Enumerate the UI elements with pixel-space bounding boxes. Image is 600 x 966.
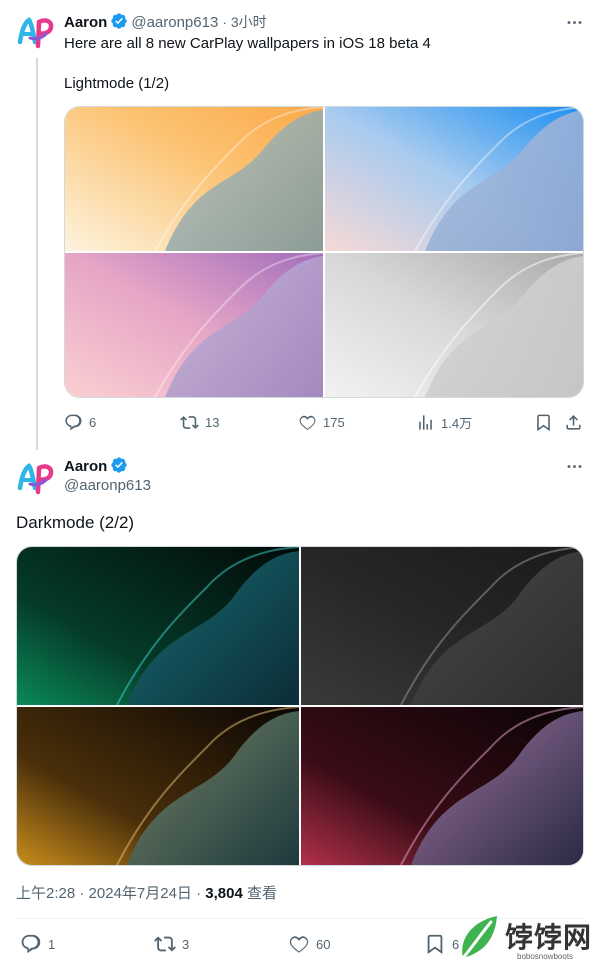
leaf-logo-icon	[461, 916, 497, 960]
wallpaper-light-purple[interactable]	[65, 253, 323, 397]
tweet-1-actions: 6 13 175 1.4万	[64, 410, 584, 434]
reply-button[interactable]: 6	[64, 413, 96, 432]
tweet-header: Aaron @aaronp613 · 3小时	[64, 12, 267, 32]
tweet-2-text: Darkmode (2/2)	[16, 513, 135, 532]
bookmark-icon	[537, 414, 550, 431]
author-name[interactable]: Aaron	[64, 458, 107, 475]
thread-line	[36, 58, 38, 450]
author-name[interactable]: Aaron	[64, 14, 107, 31]
tweet-subtext: Lightmode (1/2)	[64, 75, 170, 92]
wallpaper-dark-pink[interactable]	[301, 707, 583, 865]
wallpaper-dark-green[interactable]	[17, 547, 299, 705]
verified-badge-icon	[110, 12, 128, 30]
wallpaper-light-gray[interactable]	[325, 253, 583, 397]
tweet-2-header: Aaron	[64, 456, 131, 476]
avatar[interactable]	[16, 12, 56, 52]
retweet-icon	[180, 415, 199, 429]
more-options-icon[interactable]	[562, 454, 586, 478]
retweet-button[interactable]: 13	[180, 413, 219, 432]
share-icon	[566, 414, 581, 430]
like-button[interactable]: 175	[298, 413, 345, 432]
more-options-icon[interactable]	[562, 10, 586, 34]
reply-button[interactable]: 1	[20, 933, 55, 955]
avatar-logo-icon	[17, 463, 54, 495]
retweet-button[interactable]: 3	[154, 933, 189, 955]
image-grid-light	[64, 106, 584, 398]
views-count: 3,804	[205, 885, 243, 902]
bookmark-icon	[427, 934, 443, 955]
bookmark-button[interactable]	[534, 413, 553, 432]
views-label: 查看	[242, 885, 277, 902]
retweet-count: 3	[182, 936, 190, 952]
analytics-icon	[419, 414, 432, 430]
views-count: 1.4万	[441, 415, 473, 431]
tweet-text: Here are all 8 new CarPlay wallpapers in…	[64, 35, 431, 52]
heart-icon	[289, 936, 309, 953]
reply-icon	[65, 414, 82, 430]
reply-count: 6	[89, 414, 97, 430]
wallpaper-light-orange[interactable]	[65, 107, 323, 251]
heart-icon	[299, 415, 316, 430]
wallpaper-dark-gold[interactable]	[17, 707, 299, 865]
post-timestamp[interactable]: 上午2:28 · 2024年7月24日 ·	[16, 885, 205, 902]
wallpaper-dark-gray[interactable]	[301, 547, 583, 705]
share-button[interactable]	[564, 413, 583, 432]
wallpaper-light-blue[interactable]	[325, 107, 583, 251]
like-count: 60	[316, 936, 331, 952]
bookmark-button[interactable]: 6	[424, 933, 459, 955]
like-count: 175	[323, 414, 345, 430]
post-meta: 上午2:28 · 2024年7月24日 · 3,804 查看	[16, 882, 277, 903]
tweet-1: Aaron @aaronp613 · 3小时 Here are all 8 new …	[0, 0, 600, 450]
reply-icon	[21, 934, 41, 954]
views-button[interactable]: 1.4万	[416, 413, 472, 432]
retweet-icon	[154, 936, 176, 952]
watermark-title: 饽饽网	[505, 922, 593, 953]
retweet-count: 13	[205, 414, 220, 430]
verified-badge-icon	[110, 456, 128, 474]
author-handle[interactable]: @aaronp613	[131, 14, 218, 31]
avatar-2[interactable]	[16, 458, 56, 498]
reply-count: 1	[48, 936, 56, 952]
author-handle[interactable]: @aaronp613	[64, 477, 151, 494]
watermark-subtitle: bobosnowboots	[517, 952, 574, 961]
post-time[interactable]: · 3小时	[222, 14, 266, 30]
watermark: 饽饽网 bobosnowboots	[455, 912, 600, 966]
avatar-logo-icon	[17, 17, 54, 49]
image-grid-dark	[16, 546, 584, 866]
like-button[interactable]: 60	[288, 933, 330, 955]
